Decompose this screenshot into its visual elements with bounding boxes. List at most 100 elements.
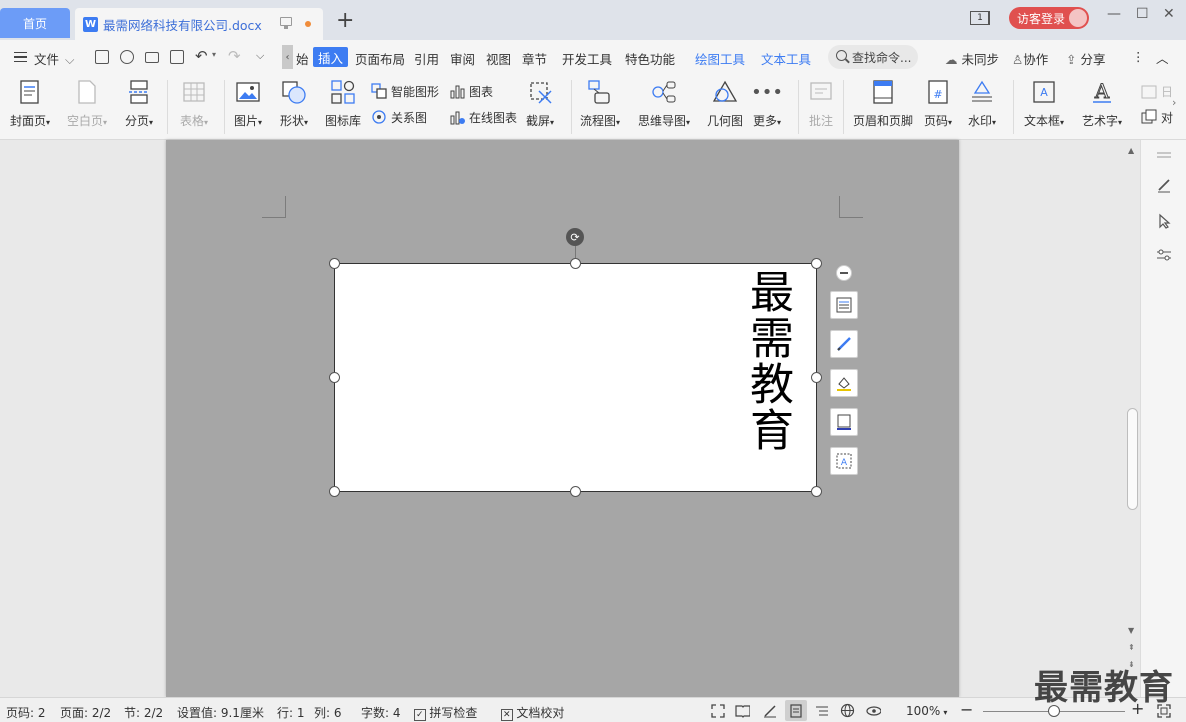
- date-button[interactable]: 日: [1140, 82, 1173, 100]
- text-wrap-layout-button[interactable]: [830, 291, 858, 319]
- page-number-button[interactable]: # 页码▾: [924, 78, 952, 129]
- tab-text-tools[interactable]: 文本工具: [761, 49, 811, 68]
- wordart-button[interactable]: A 艺术字▾: [1082, 78, 1122, 129]
- eye-protection-icon[interactable]: [866, 703, 881, 718]
- tab-chapter[interactable]: 章节: [522, 49, 547, 68]
- fullscreen-icon[interactable]: [710, 703, 725, 718]
- more-options-icon[interactable]: ⋮: [1132, 49, 1145, 64]
- resize-handle-top-right[interactable]: [811, 258, 822, 269]
- cover-page-button[interactable]: 封面页▾: [10, 78, 50, 129]
- maximize-button[interactable]: ☐: [1136, 6, 1149, 22]
- collaborate-button[interactable]: ♙协作: [1012, 49, 1048, 68]
- vertical-text-box[interactable]: 最需教育: [334, 263, 817, 492]
- resize-handle-bottom[interactable]: [570, 486, 581, 497]
- new-tab-button[interactable]: +: [336, 10, 354, 32]
- command-search[interactable]: 查找命令...: [828, 45, 918, 69]
- more-insert-button[interactable]: ••• 更多▾: [751, 78, 783, 129]
- window-switch-icon[interactable]: 1: [970, 11, 990, 25]
- reading-mode-icon[interactable]: [735, 703, 750, 718]
- format-painter-button[interactable]: [830, 330, 858, 358]
- ribbon-scroll-right-icon[interactable]: ›: [1172, 96, 1176, 109]
- tab-developer[interactable]: 开发工具: [562, 49, 612, 68]
- undo-dropdown-icon[interactable]: ▾: [212, 50, 216, 59]
- header-footer-button[interactable]: 页眉和页脚: [853, 78, 913, 129]
- web-view-icon[interactable]: [840, 703, 855, 718]
- text-box-options-button[interactable]: A: [830, 447, 858, 475]
- scrollbar-thumb[interactable]: [1127, 408, 1138, 510]
- tab-review[interactable]: 审阅: [450, 49, 475, 68]
- export-pdf-icon[interactable]: [120, 50, 134, 64]
- resize-handle-bottom-left[interactable]: [329, 486, 340, 497]
- tab-start[interactable]: 始: [296, 49, 309, 68]
- resize-handle-right[interactable]: [811, 372, 822, 383]
- setting-value-status[interactable]: 设置值: 9.1厘米: [177, 704, 264, 721]
- shape-button[interactable]: 形状▾: [280, 78, 308, 129]
- sync-status[interactable]: ☁ 未同步: [945, 49, 999, 68]
- zoom-percentage[interactable]: 100% ▾: [906, 704, 947, 718]
- resize-handle-bottom-right[interactable]: [811, 486, 822, 497]
- guest-login-button[interactable]: 访客登录: [1009, 7, 1089, 29]
- geometry-button[interactable]: 几何图: [707, 78, 743, 129]
- collapse-toolbar-icon[interactable]: [836, 265, 852, 281]
- close-button[interactable]: ✕: [1163, 6, 1175, 22]
- page-view-icon[interactable]: [788, 703, 803, 718]
- comment-button[interactable]: 批注: [807, 78, 835, 129]
- outline-button[interactable]: [830, 408, 858, 436]
- monitor-icon[interactable]: [280, 17, 292, 29]
- edit-pen-icon[interactable]: [1155, 176, 1173, 194]
- tab-document[interactable]: W 最需网络科技有限公司.docx: [75, 8, 323, 40]
- share-button[interactable]: ⇪ 分享: [1066, 49, 1105, 68]
- customize-quick-access-icon[interactable]: ⌵: [256, 49, 264, 63]
- tab-view[interactable]: 视图: [486, 49, 511, 68]
- sidebar-collapse-icon[interactable]: [1155, 146, 1173, 164]
- scroll-up-icon[interactable]: ▲: [1128, 146, 1134, 155]
- resize-handle-top-left[interactable]: [329, 258, 340, 269]
- chart-button[interactable]: 图表: [448, 82, 493, 100]
- select-pointer-icon[interactable]: [1155, 212, 1173, 230]
- watermark-button[interactable]: 水印▾: [968, 78, 996, 129]
- section-status[interactable]: 节: 2/2: [124, 704, 163, 721]
- resize-handle-left[interactable]: [329, 372, 340, 383]
- fill-color-button[interactable]: [830, 369, 858, 397]
- resize-handle-top[interactable]: [570, 258, 581, 269]
- menu-file[interactable]: 文件 ⌵: [34, 49, 75, 68]
- relation-chart-button[interactable]: 关系图: [370, 108, 427, 126]
- outline-view-icon[interactable]: [814, 703, 829, 718]
- print-icon[interactable]: [145, 52, 159, 63]
- hamburger-menu-icon[interactable]: [14, 52, 27, 62]
- spell-check-button[interactable]: ✓ 拼写检查: [414, 704, 477, 721]
- tab-references[interactable]: 引用: [414, 49, 439, 68]
- textbox-button[interactable]: A 文本框▾: [1024, 78, 1064, 129]
- tab-special[interactable]: 特色功能: [625, 49, 675, 68]
- page-break-button[interactable]: 分页▾: [125, 78, 153, 129]
- icon-library-button[interactable]: 图标库: [325, 78, 361, 129]
- flowchart-button[interactable]: 流程图▾: [580, 78, 620, 129]
- minimize-button[interactable]: —: [1107, 6, 1121, 22]
- vertical-scrollbar[interactable]: ▲ ▼ ⇞ ⇟: [1125, 140, 1140, 697]
- settings-sliders-icon[interactable]: [1155, 246, 1173, 264]
- tab-home[interactable]: 首页: [0, 8, 70, 38]
- rotate-handle[interactable]: ⟳: [566, 228, 584, 246]
- undo-icon[interactable]: ↶: [195, 47, 208, 65]
- print-preview-icon[interactable]: [170, 50, 184, 64]
- tab-insert[interactable]: 插入: [313, 47, 348, 67]
- tab-page-layout[interactable]: 页面布局: [355, 49, 405, 68]
- picture-button[interactable]: 图片▾: [234, 78, 262, 129]
- write-mode-icon[interactable]: [762, 703, 777, 718]
- text-box-content[interactable]: 最需教育: [742, 269, 793, 453]
- screenshot-button[interactable]: 截屏▾: [526, 78, 554, 129]
- mindmap-button[interactable]: 思维导图▾: [638, 78, 690, 129]
- pages-status[interactable]: 页面: 2/2: [60, 704, 111, 721]
- tab-scroll-left-button[interactable]: ‹: [282, 45, 293, 69]
- redo-icon[interactable]: ↷: [228, 47, 241, 65]
- collapse-ribbon-icon[interactable]: ︿: [1156, 48, 1169, 67]
- online-chart-button[interactable]: 在线图表: [448, 108, 517, 126]
- tab-drawing-tools[interactable]: 绘图工具: [695, 49, 745, 68]
- blank-page-button[interactable]: 空白页▾: [67, 78, 107, 129]
- document-proofread-button[interactable]: ✕ 文档校对: [501, 704, 564, 721]
- previous-page-icon[interactable]: ⇞: [1128, 643, 1135, 652]
- zoom-out-button[interactable]: −: [960, 700, 973, 719]
- word-count-status[interactable]: 字数: 4: [361, 704, 401, 721]
- object-button[interactable]: 对: [1140, 108, 1173, 126]
- page-code-status[interactable]: 页码: 2: [6, 704, 46, 721]
